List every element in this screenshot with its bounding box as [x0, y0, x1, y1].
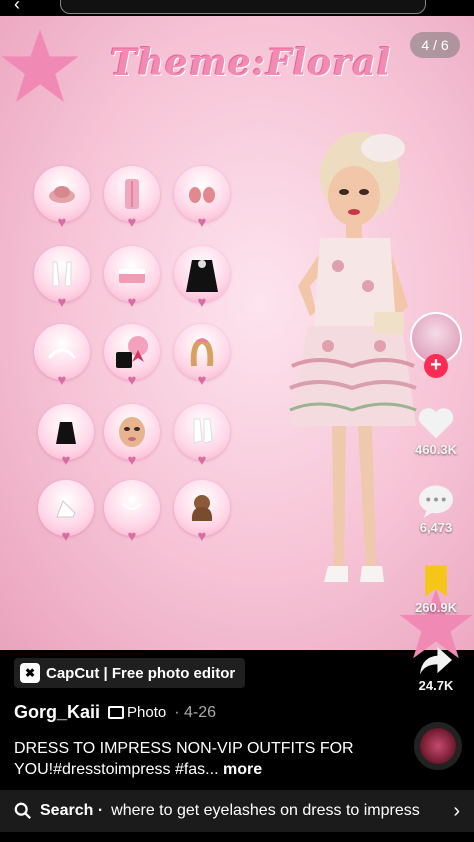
item-skirt: ♥ — [38, 404, 94, 468]
heart-badge-icon: ♥ — [197, 452, 207, 469]
outfit-item-grid: ♥ ♥ ♥ ♥ ♥ ♥ ♥ ♥ ♥ ♥ ♥ ♥ ♥ ♥ ♥ — [34, 166, 234, 546]
corset-icon — [125, 179, 139, 209]
search-label: Search · — [40, 802, 104, 819]
photo-type-badge: Photo — [108, 704, 166, 721]
related-search-bar[interactable]: Search · where to get eyelashes on dress… — [0, 790, 474, 832]
skirt-icon — [56, 422, 76, 444]
bow-bag-icon — [116, 336, 148, 368]
share-icon — [420, 646, 452, 675]
username[interactable]: Gorg_Kaii — [14, 702, 100, 723]
post-meta: Gorg_Kaii Photo · 4-26 — [14, 702, 216, 723]
heart-badge-icon: ♥ — [57, 372, 67, 389]
heart-badge-icon: ♥ — [197, 214, 207, 231]
item-earmuffs: ♥ — [174, 166, 230, 230]
item-headband: ♥ — [34, 324, 90, 388]
item-bow-bag: ♥ — [104, 324, 160, 388]
socks-icon — [193, 418, 213, 444]
item-necklace: ♥ — [104, 480, 160, 544]
post-date: · 4-26 — [174, 703, 217, 721]
heart-badge-icon: ♥ — [127, 214, 137, 231]
heart-badge-icon: ♥ — [197, 372, 207, 389]
heart-badge-icon: ♥ — [197, 528, 207, 545]
search-icon — [14, 802, 31, 819]
item-hair: ♥ — [174, 324, 230, 388]
search-query: where to get eyelashes on dress to impre… — [111, 802, 420, 819]
capcut-logo-icon: ✖ — [20, 663, 40, 683]
heels-icon — [56, 500, 76, 518]
bookmark-icon — [425, 565, 447, 597]
caption-more-link[interactable]: more — [223, 761, 262, 778]
item-bun-hair: ♥ — [174, 480, 230, 544]
heart-icon — [418, 408, 454, 439]
item-corset: ♥ — [104, 166, 160, 230]
heart-badge-icon: ♥ — [61, 452, 71, 469]
capcut-label: CapCut | Free photo editor — [46, 664, 236, 682]
chevron-right-icon: › — [453, 799, 460, 822]
headband-icon — [47, 348, 77, 359]
item-purse: ♥ — [104, 246, 160, 310]
comment-icon — [419, 485, 453, 518]
purse-icon — [119, 269, 145, 283]
capcut-attribution[interactable]: ✖ CapCut | Free photo editor — [14, 658, 246, 688]
caption[interactable]: DRESS TO IMPRESS NON-VIP OUTFITS FOR YOU… — [14, 738, 394, 780]
theme-title: Theme:Floral — [110, 42, 392, 84]
earmuffs-icon — [189, 187, 215, 203]
comment-button[interactable]: 6,473 — [406, 484, 466, 535]
heart-badge-icon: ♥ — [57, 214, 67, 231]
share-button[interactable]: 24.7K — [406, 644, 466, 693]
heart-badge-icon: ♥ — [127, 294, 137, 311]
save-count: 260.9K — [415, 600, 457, 615]
heart-badge-icon: ♥ — [127, 452, 137, 469]
heart-badge-icon: ♥ — [127, 528, 137, 545]
heart-badge-icon: ♥ — [61, 528, 71, 545]
heart-badge-icon: ♥ — [197, 294, 207, 311]
follow-button[interactable]: + — [424, 354, 448, 378]
top-search-field[interactable] — [60, 0, 426, 14]
heart-badge-icon: ♥ — [57, 294, 67, 311]
hair-icon — [190, 338, 214, 366]
like-button[interactable]: 460.3K — [406, 406, 466, 457]
heart-badge-icon: ♥ — [127, 372, 137, 389]
page-counter: 4 / 6 — [410, 32, 460, 58]
necklace-icon — [122, 503, 142, 510]
item-top: ♥ — [174, 246, 230, 310]
item-socks: ♥ — [174, 404, 230, 468]
back-icon[interactable]: ‹ — [14, 0, 20, 15]
photo-type-label: Photo — [127, 704, 167, 721]
share-count: 24.7K — [418, 678, 454, 693]
image-icon — [108, 706, 125, 719]
item-hat: ♥ — [34, 166, 90, 230]
post-photo[interactable]: Theme:Floral 4 / 6 ♥ ♥ ♥ ♥ ♥ ♥ ♥ ♥ ♥ ♥ ♥… — [0, 16, 474, 650]
gloves-icon — [52, 261, 72, 287]
like-count: 460.3K — [415, 442, 457, 457]
music-disc[interactable] — [414, 722, 462, 770]
star-decoration-icon — [1, 29, 79, 103]
comment-count: 6,473 — [419, 520, 453, 535]
caption-text: DRESS TO IMPRESS NON-VIP OUTFITS FOR YOU… — [14, 740, 354, 778]
top-icon — [186, 260, 218, 292]
item-face: ♥ — [104, 404, 160, 468]
face-icon — [119, 417, 145, 447]
save-button[interactable]: 260.9K — [406, 564, 466, 615]
hat-icon — [49, 186, 75, 203]
item-heels: ♥ — [38, 480, 94, 544]
avatar-figure — [289, 132, 417, 582]
bun-hair-icon — [191, 495, 213, 521]
top-bar: ‹ — [0, 0, 474, 16]
item-gloves: ♥ — [34, 246, 90, 310]
